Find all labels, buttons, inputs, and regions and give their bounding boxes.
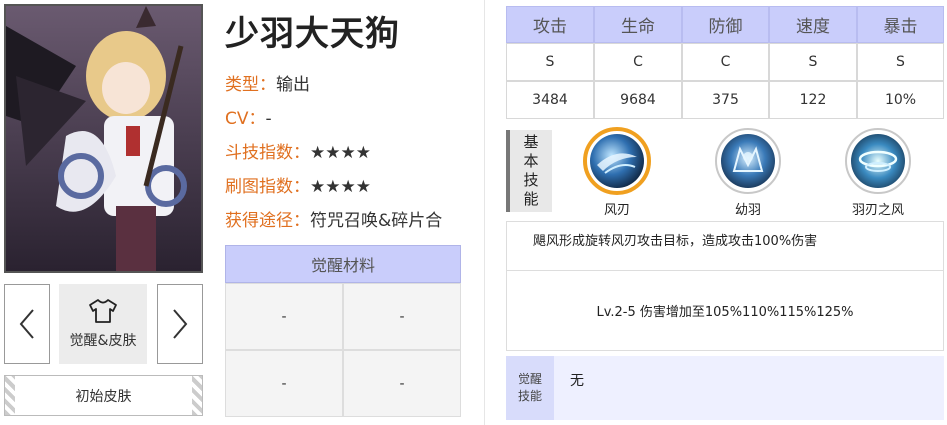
info-source-value: 符咒召唤&碎片合 [310, 211, 443, 231]
young-feather-icon [715, 128, 781, 194]
awaken-skill-tag: 觉醒技能 [506, 356, 554, 420]
info-pvp: 斗技指数：★★★★ [225, 138, 371, 163]
character-name: 少羽大天狗 [225, 14, 400, 54]
skill-name: 羽刃之风 [851, 203, 904, 218]
basic-skill-tag: 基本技能 [506, 130, 552, 212]
awaken-skill-label: 觉醒技能 [517, 372, 542, 403]
awaken-skill-box: 觉醒技能 无 [506, 356, 944, 420]
stat-header-hp: 生命 [594, 6, 682, 43]
basic-skill-tag-label: 基本技能 [523, 133, 539, 208]
chevron-left-icon [19, 309, 34, 339]
info-pve-value: ★★★★ [310, 177, 371, 197]
skill-name: 幼羽 [734, 203, 761, 218]
skill-wind-blade[interactable]: 风刃 [582, 127, 652, 218]
stat-grade-attack: S [506, 43, 594, 81]
feather-wind-icon [845, 128, 911, 194]
initial-skin-label: 初始皮肤 [75, 388, 132, 405]
skill-description: 飓风形成旋转风刃攻击目标，造成攻击100%伤害 [533, 234, 818, 249]
info-pvp-key: 斗技指数： [225, 143, 310, 163]
column-divider [484, 0, 485, 425]
prev-button[interactable] [4, 284, 50, 364]
initial-skin-button[interactable]: 初始皮肤 [4, 375, 203, 416]
skill-levels-box: Lv.2-5 伤害增加至105%110%115%125% [506, 271, 944, 351]
stat-value-crit: 10% [857, 81, 944, 119]
stat-grade-crit: S [857, 43, 944, 81]
awaken-skin-label: 觉醒&皮肤 [69, 333, 137, 349]
awaken-materials-header: 觉醒材料 [225, 245, 461, 283]
stat-header-speed: 速度 [769, 6, 857, 43]
stat-value-defense: 375 [682, 81, 769, 119]
skill-description-box: 飓风形成旋转风刃攻击目标，造成攻击100%伤害 [506, 221, 944, 271]
info-cv: CV：- [225, 104, 272, 129]
stat-header-crit: 暴击 [857, 6, 944, 43]
stat-value-hp: 9684 [594, 81, 682, 119]
wind-blade-icon [583, 127, 651, 195]
skill-levels: Lv.2-5 伤害增加至105%110%115%125% [596, 305, 854, 320]
info-type-key: 类型： [225, 75, 276, 95]
awaken-skin-button[interactable]: 觉醒&皮肤 [59, 284, 147, 364]
stat-grade-defense: C [682, 43, 769, 81]
stat-header-attack: 攻击 [506, 6, 594, 43]
awaken-skill-value: 无 [570, 373, 584, 389]
material-cell: - [343, 283, 461, 350]
stat-header-defense: 防御 [682, 6, 769, 43]
stat-value-attack: 3484 [506, 81, 594, 119]
stat-value-speed: 122 [769, 81, 857, 119]
material-cell: - [343, 350, 461, 417]
info-type-value: 输出 [276, 75, 310, 95]
info-type: 类型：输出 [225, 70, 310, 95]
skill-young-feather[interactable]: 幼羽 [713, 127, 783, 218]
tshirt-icon [89, 299, 117, 323]
skill-name: 风刃 [603, 203, 630, 218]
decor-edge-right [192, 376, 202, 415]
material-cell: - [225, 350, 343, 417]
info-cv-value: - [265, 109, 272, 129]
info-source: 获得途径：符咒召唤&碎片合 [225, 206, 442, 231]
material-cell: - [225, 283, 343, 350]
next-button[interactable] [157, 284, 203, 364]
skill-feather-wind[interactable]: 羽刃之风 [843, 127, 913, 218]
info-pve: 刷图指数：★★★★ [225, 172, 371, 197]
info-source-key: 获得途径： [225, 211, 310, 231]
stat-grade-hp: C [594, 43, 682, 81]
chevron-right-icon [173, 309, 188, 339]
decor-edge-left [5, 376, 15, 415]
info-pve-key: 刷图指数： [225, 177, 310, 197]
stat-grade-speed: S [769, 43, 857, 81]
info-cv-key: CV： [225, 109, 266, 129]
info-pvp-value: ★★★★ [310, 143, 371, 163]
character-portrait [4, 4, 203, 273]
